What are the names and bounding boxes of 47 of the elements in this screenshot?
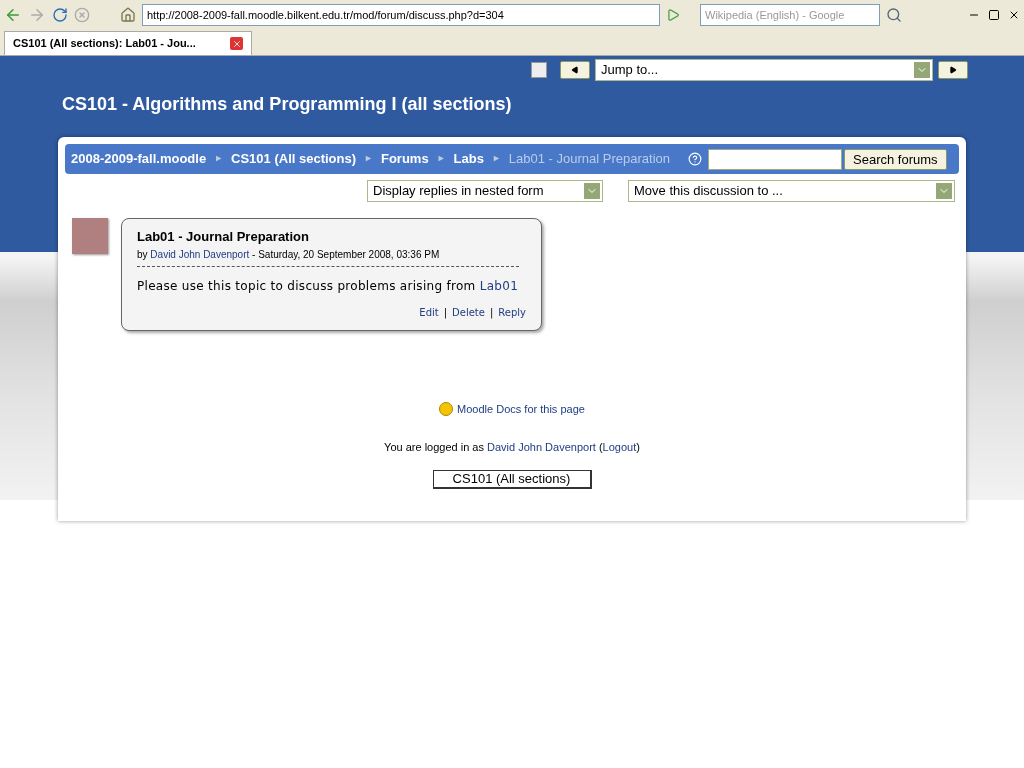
address-field[interactable]: http://2008-2009-fall.moodle.bilkent.edu.tr/mod/forum/discuss.php?d=304 bbox=[142, 4, 660, 26]
moodle-docs-link[interactable]: Moodle Docs for this page bbox=[457, 400, 585, 417]
author-link[interactable]: David John Davenport bbox=[150, 248, 250, 260]
breadcrumb-current: Lab01 - Journal Preparation bbox=[508, 150, 670, 169]
restore-icon[interactable] bbox=[988, 9, 1000, 21]
home-icon[interactable] bbox=[120, 7, 136, 23]
logout-link[interactable]: Logout bbox=[602, 441, 637, 453]
search-forums-button[interactable]: Search forums bbox=[844, 148, 947, 170]
post-action-link[interactable]: Reply bbox=[498, 304, 526, 320]
lab-link[interactable]: Lab01 bbox=[479, 278, 519, 293]
post-byline: by David John Davenport - Saturday, 20 September 2008, 03:36 PM bbox=[137, 246, 519, 267]
breadcrumb-separator: ► bbox=[364, 152, 373, 166]
left-arrow-icon bbox=[571, 66, 579, 74]
help-icon[interactable] bbox=[688, 152, 702, 166]
breadcrumb-separator: ► bbox=[436, 152, 446, 166]
go-icon[interactable] bbox=[666, 8, 680, 22]
breadcrumb-link[interactable]: Labs bbox=[453, 149, 484, 169]
back-icon[interactable] bbox=[4, 6, 22, 24]
link-separator: | bbox=[443, 305, 448, 320]
login-info: You are logged in as David John Davenport (Logout) bbox=[383, 440, 641, 455]
browser-tab[interactable]: CS101 (All sections): Lab01 - Jou... bbox=[4, 31, 252, 55]
breadcrumb-link[interactable]: Forums bbox=[380, 149, 429, 169]
search-forums-field[interactable] bbox=[708, 148, 842, 170]
reload-icon[interactable] bbox=[52, 7, 68, 23]
previous-button[interactable] bbox=[560, 61, 590, 79]
breadcrumb-link[interactable]: CS101 (All sections) bbox=[231, 149, 357, 169]
right-arrow-icon bbox=[949, 66, 957, 74]
avatar-placeholder bbox=[72, 218, 108, 254]
user-link[interactable]: David John Davenport bbox=[487, 441, 596, 453]
link-separator: | bbox=[489, 305, 494, 320]
post-action-link[interactable]: Delete bbox=[452, 304, 485, 320]
dropdown[interactable]: Display replies in nested form bbox=[367, 180, 603, 202]
dropdown[interactable]: Move this discussion to ... bbox=[628, 180, 955, 202]
post-message: Please use this topic to discuss problems arising from Lab01 bbox=[137, 277, 520, 295]
next-button[interactable] bbox=[938, 61, 968, 79]
breadcrumb-separator: ► bbox=[214, 152, 224, 166]
tab-close-icon[interactable] bbox=[230, 37, 243, 50]
info-icon bbox=[439, 401, 454, 416]
course-title: CS101 - Algorithms and Programming I (all sections) bbox=[61, 93, 513, 116]
close-icon[interactable] bbox=[1008, 9, 1020, 21]
breadcrumb-separator: ► bbox=[491, 152, 501, 166]
post-action-link[interactable]: Edit bbox=[419, 304, 439, 320]
search-icon[interactable] bbox=[886, 7, 902, 23]
dropdown[interactable]: Jump to... bbox=[595, 59, 933, 81]
course-button[interactable]: CS101 (All sections) bbox=[432, 469, 592, 489]
breadcrumb-link[interactable]: 2008-2009-fall.moodle bbox=[71, 149, 207, 169]
post-subject: Lab01 - Journal Preparation bbox=[137, 228, 310, 246]
